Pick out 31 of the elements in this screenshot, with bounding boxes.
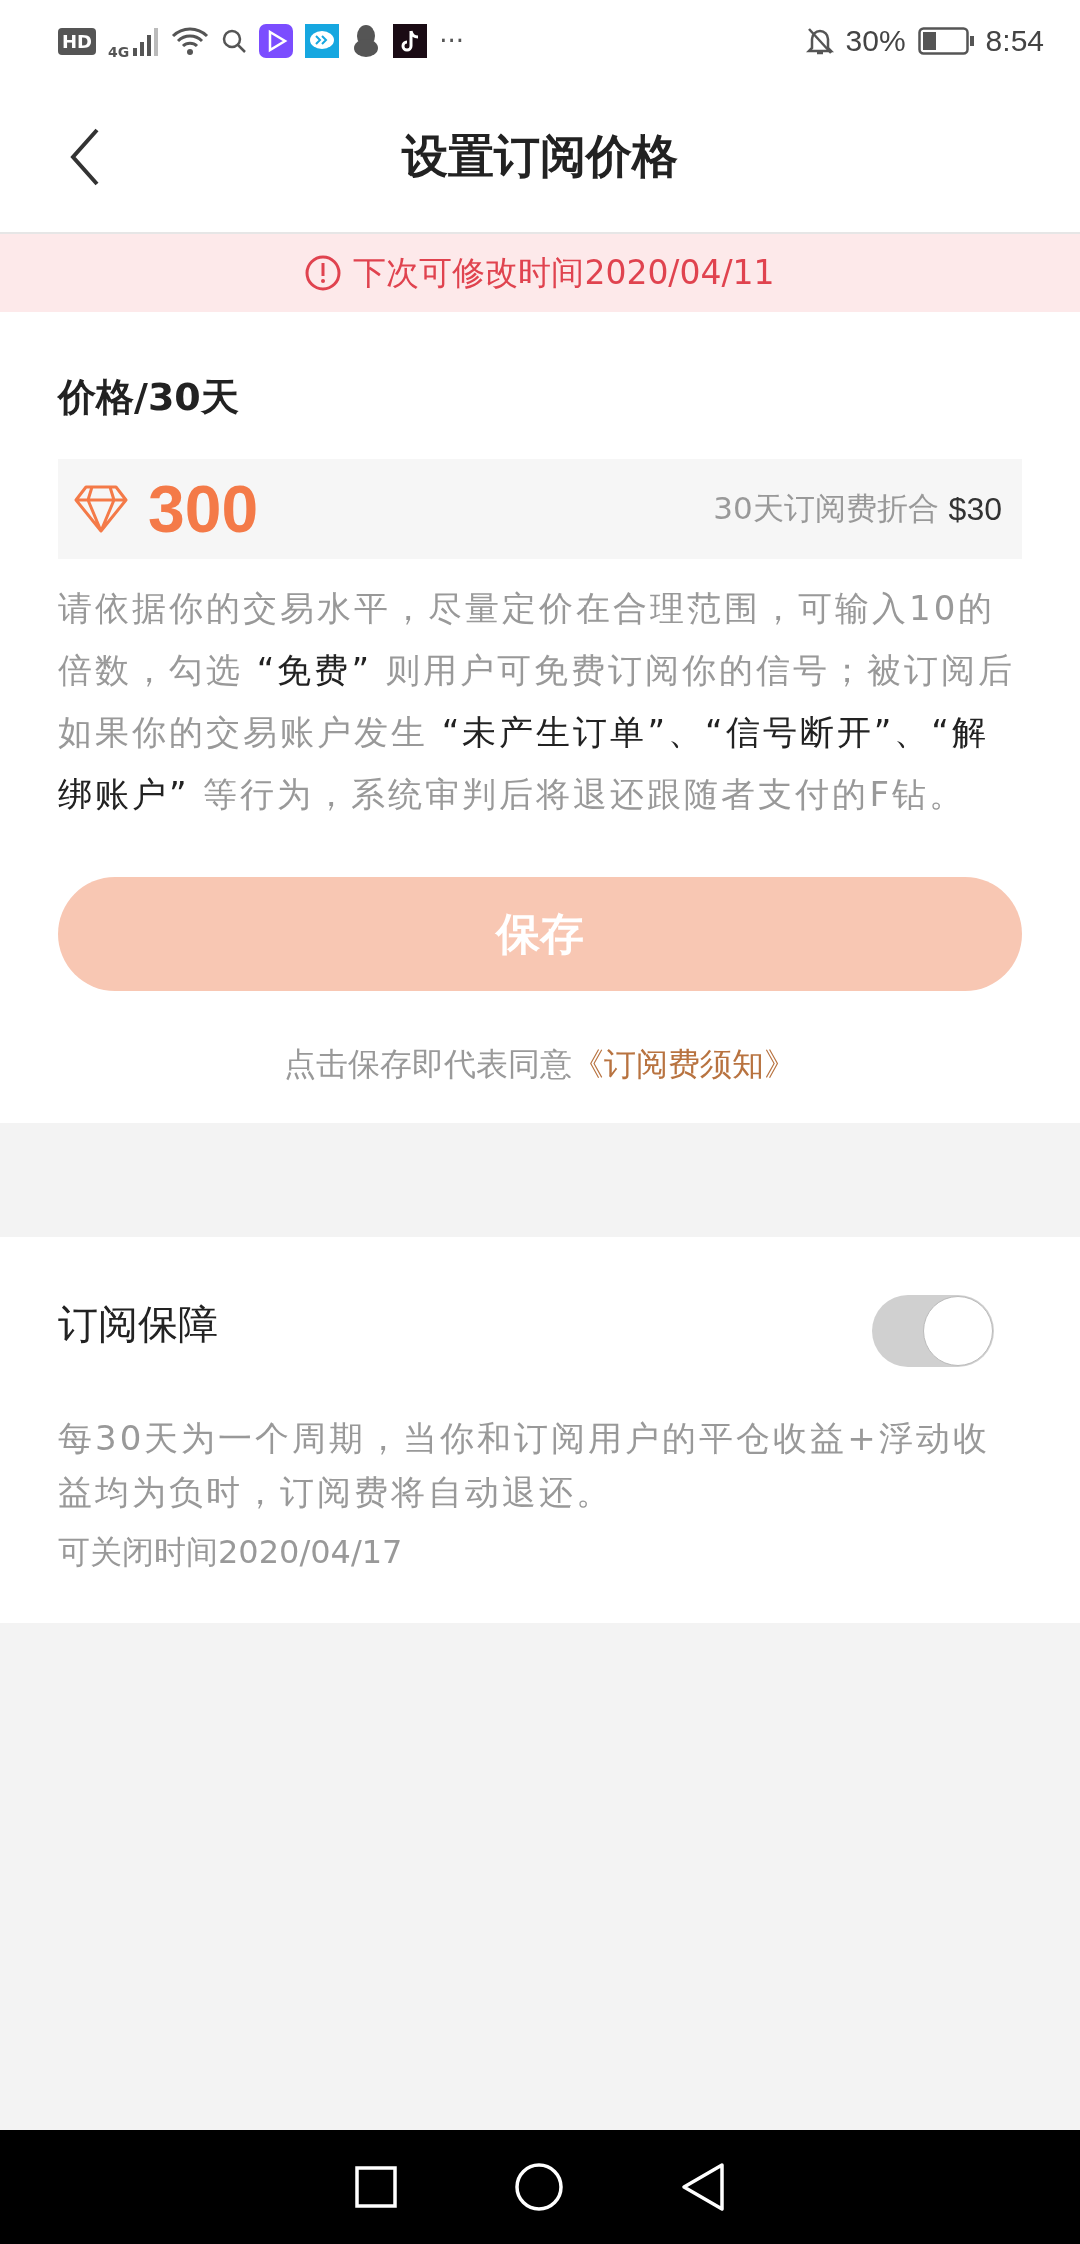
price-description: 请依据你的交易水平，尽量定价在合理范围，可输入10的倍数，勾选 “免费” 则用户可免费订阅你的信号；被订阅后如果你的交易账户发生 “未产生订单”、“信号断开”、“解绑账户” 等行为，系统审判后将退还跟随者支付的F钻。 — [58, 587, 1016, 816]
warning-icon — [305, 255, 342, 291]
protection-title: 订阅保障 — [58, 1299, 218, 1349]
back-nav-icon[interactable] — [680, 2162, 726, 2212]
close-time-text: 可关闭时间2020/04/17 — [58, 1532, 404, 1573]
play-app-icon — [259, 24, 294, 58]
notice-text: 下次可修改时间2020/04/11 — [353, 251, 775, 294]
hd-icon: HD — [58, 27, 96, 55]
battery-icon — [917, 27, 974, 55]
network-label: 4G — [108, 44, 130, 60]
back-icon[interactable] — [70, 128, 100, 186]
clock: 8:54 — [985, 24, 1044, 58]
more-icon: ··· — [439, 26, 465, 56]
price-field[interactable]: 300 30天订阅费折合 $30 — [58, 459, 1022, 559]
equivalent-text: 30天订阅费折合 — [713, 489, 939, 528]
chat-app-icon — [305, 24, 340, 58]
recents-icon[interactable] — [354, 2165, 398, 2209]
home-icon[interactable] — [514, 2162, 564, 2212]
battery-percent: 30% — [845, 24, 906, 58]
diamond-icon — [74, 485, 128, 533]
protection-description: 每30天为一个周期，当你和订阅用户的平仓收益+浮动收益均为负时，订阅费将自动退还。 — [58, 1417, 991, 1514]
agreement-text: 点击保存即代表同意 — [284, 1045, 572, 1083]
mute-icon — [805, 26, 834, 56]
agreement-link[interactable]: 《订阅费须知》 — [572, 1045, 796, 1083]
music-app-icon — [393, 24, 428, 58]
search-icon — [221, 28, 248, 54]
signal-icon — [133, 26, 160, 56]
price-label: 价格/30天 — [58, 374, 240, 421]
equivalent-amount: $30 — [948, 490, 1002, 528]
wifi-icon — [171, 26, 210, 56]
page-title: 设置订阅价格 — [402, 128, 678, 185]
